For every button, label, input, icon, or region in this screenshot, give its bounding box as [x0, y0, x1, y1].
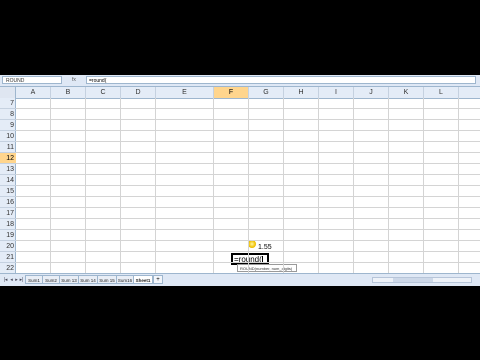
grid-hline [16, 163, 480, 164]
row-header-12[interactable]: 12 [0, 153, 16, 164]
row-header-column: 7 8 9 10 11 12 13 14 15 16 17 18 19 20 21 22 [0, 98, 16, 278]
column-header-c[interactable]: C [86, 87, 121, 98]
column-header-l[interactable]: L [424, 87, 459, 98]
sheet-tab[interactable]: Sum2 [42, 275, 60, 284]
last-sheet-icon[interactable]: ▸| [19, 277, 24, 283]
grid-hline [16, 207, 480, 208]
row-header-20[interactable]: 20 [0, 241, 16, 252]
grid-hline [16, 262, 480, 263]
column-header-h[interactable]: H [284, 87, 319, 98]
sheet-tab[interactable]: Sum1 [25, 275, 43, 284]
column-header-g[interactable]: G [249, 87, 284, 98]
row-header-9[interactable]: 9 [0, 120, 16, 131]
row-header-18[interactable]: 18 [0, 219, 16, 230]
row-header-21[interactable]: 21 [0, 252, 16, 263]
grid-hline [16, 152, 480, 153]
grid-hline [16, 251, 480, 252]
cell-f11-value[interactable]: 1.55 [258, 244, 272, 251]
row-header-10[interactable]: 10 [0, 131, 16, 142]
row-header-11[interactable]: 11 [0, 142, 16, 153]
sheet-tab[interactable]: Sum16 [116, 275, 134, 284]
row-header-7[interactable]: 7 [0, 98, 16, 109]
scrollbar-thumb[interactable] [393, 278, 433, 282]
formula-bar: ROUND fx =round( [0, 75, 480, 87]
column-header-e[interactable]: E [156, 87, 214, 98]
grid-hline [16, 130, 480, 131]
column-header-d[interactable]: D [121, 87, 156, 98]
excel-window: ROUND fx =round( ABCDEFGHIJKL 7 8 9 10 11 12 1… [0, 75, 480, 286]
grid-hline [16, 119, 480, 120]
grid-hline [16, 240, 480, 241]
column-header-f[interactable]: F [214, 87, 249, 98]
grid-hline [16, 108, 480, 109]
grid-hline [16, 196, 480, 197]
mouse-cursor-highlight-icon [248, 240, 256, 248]
row-header-16[interactable]: 16 [0, 197, 16, 208]
grid-hline [16, 141, 480, 142]
column-header-j[interactable]: J [354, 87, 389, 98]
sheet-tab[interactable]: Sheet1 [133, 275, 153, 284]
name-box[interactable]: ROUND [2, 76, 62, 84]
function-tooltip: ROUND(number, num_digits) [237, 264, 297, 272]
grid-hline [16, 218, 480, 219]
grid-hline [16, 229, 480, 230]
fx-icon[interactable]: fx [66, 76, 82, 84]
grid-hline [16, 174, 480, 175]
row-header-14[interactable]: 14 [0, 175, 16, 186]
grid-hline [16, 185, 480, 186]
column-header-a[interactable]: A [16, 87, 51, 98]
row-header-17[interactable]: 17 [0, 208, 16, 219]
column-header-b[interactable]: B [51, 87, 86, 98]
first-sheet-icon[interactable]: |◂ [3, 277, 8, 283]
row-header-13[interactable]: 13 [0, 164, 16, 175]
column-header-i[interactable]: I [319, 87, 354, 98]
row-header-15[interactable]: 15 [0, 186, 16, 197]
cell-grid[interactable]: 1.55 =round( ROUND(number, num_digits) [16, 98, 480, 278]
formula-input[interactable]: =round( [86, 76, 476, 84]
add-sheet-button[interactable]: + [153, 275, 163, 284]
sheet-tab-bar: |◂ ◂ ▸ ▸| Sum1 Sum2 Sum 13 Sum 14 Sum 15 Sum1… [0, 273, 480, 286]
column-header-k[interactable]: K [389, 87, 424, 98]
sheet-tab[interactable]: Sum 13 [59, 275, 79, 284]
sheet-tab[interactable]: Sum 15 [97, 275, 117, 284]
row-header-8[interactable]: 8 [0, 109, 16, 120]
sheet-tab[interactable]: Sum 14 [78, 275, 98, 284]
row-header-19[interactable]: 19 [0, 230, 16, 241]
select-all-corner[interactable] [0, 87, 16, 98]
horizontal-scrollbar[interactable] [372, 277, 472, 283]
